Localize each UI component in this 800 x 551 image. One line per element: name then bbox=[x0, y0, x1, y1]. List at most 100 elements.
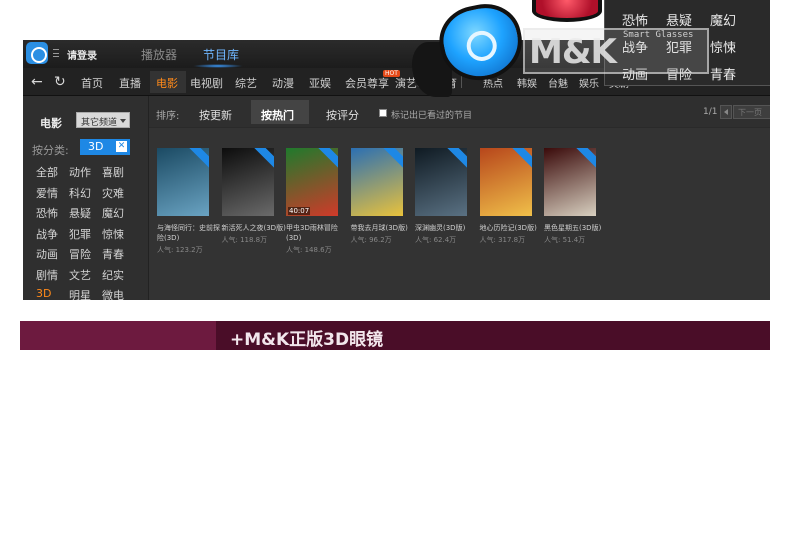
genre-item[interactable]: 纪实 bbox=[102, 267, 124, 283]
tab-library[interactable]: 节目库 bbox=[203, 46, 239, 63]
poster-list: 与海怪同行：史前探险(3D) 人气: 123.2万 新活死人之夜(3D版) 人气: 1… bbox=[149, 128, 770, 300]
category-label: 按分类: bbox=[32, 144, 69, 157]
popup-genre-item[interactable]: 恐怖 bbox=[622, 10, 648, 29]
3d-tag-icon bbox=[509, 148, 532, 172]
genre-item[interactable]: 犯罪 bbox=[69, 226, 91, 242]
app-logo-icon bbox=[26, 42, 48, 64]
movie-title[interactable]: 与海怪同行：史前探险(3D) bbox=[157, 223, 223, 243]
movie-title[interactable]: 新活死人之夜(3D版) bbox=[222, 223, 288, 233]
genre-item[interactable]: 惊悚 bbox=[102, 226, 124, 242]
movie-title[interactable]: 甲虫3D雨林冒险(3D) bbox=[286, 223, 352, 243]
genre-item[interactable]: 动作 bbox=[69, 164, 91, 180]
movie-card[interactable]: 40:07 甲虫3D雨林冒险(3D) 人气: 148.6万 bbox=[286, 148, 338, 255]
genre-item[interactable]: 全部 bbox=[36, 164, 58, 180]
prev-page-button[interactable] bbox=[720, 105, 732, 119]
movie-card[interactable]: 深渊幽灵(3D版) 人气: 62.4万 bbox=[415, 148, 467, 245]
genre-item[interactable]: 动画 bbox=[36, 246, 58, 262]
menu-icon[interactable] bbox=[53, 49, 59, 57]
login-link[interactable]: 请登录 bbox=[67, 47, 97, 62]
movie-popularity: 人气: 123.2万 bbox=[157, 246, 203, 254]
3d-tag-icon bbox=[187, 148, 209, 172]
genre-item[interactable]: 微电 bbox=[102, 287, 124, 300]
movie-card[interactable]: 新活死人之夜(3D版) 人气: 118.8万 bbox=[221, 148, 286, 245]
genre-item[interactable]: 恐怖 bbox=[36, 205, 58, 221]
movie-poster[interactable] bbox=[415, 148, 467, 216]
back-arrow-icon[interactable]: ← bbox=[31, 74, 43, 90]
tab-player[interactable]: 播放器 bbox=[141, 46, 177, 63]
chevron-down-icon bbox=[120, 119, 126, 123]
movie-popularity: 人气: 51.4万 bbox=[544, 236, 586, 244]
movie-popularity: 人气: 317.8万 bbox=[479, 236, 526, 244]
genre-item[interactable]: 悬疑 bbox=[69, 205, 91, 221]
red-lens bbox=[532, 0, 602, 22]
movie-title[interactable]: 黑色星期五(3D版) bbox=[544, 223, 610, 233]
sidebar-title: 电影 bbox=[40, 117, 62, 130]
movie-poster[interactable] bbox=[350, 148, 403, 216]
popup-genre-item[interactable]: 青春 bbox=[710, 64, 736, 83]
genre-item[interactable]: 文艺 bbox=[69, 267, 91, 283]
genre-item[interactable]: 冒险 bbox=[69, 246, 91, 262]
movie-title[interactable]: 地心历险记(3D版) bbox=[480, 223, 546, 233]
lens-logo-icon bbox=[463, 28, 500, 64]
3d-tag-icon bbox=[316, 148, 338, 172]
movie-poster[interactable] bbox=[544, 148, 596, 216]
genre-item[interactable]: 青春 bbox=[102, 246, 124, 262]
genre-item[interactable]: 科幻 bbox=[69, 185, 91, 201]
movie-popularity: 人气: 148.6万 bbox=[286, 246, 332, 254]
genre-item[interactable]: 剧情 bbox=[36, 267, 58, 283]
movie-card[interactable]: 黑色星期五(3D版) 人气: 51.4万 bbox=[544, 148, 601, 245]
popup-genre-item[interactable]: 惊悚 bbox=[710, 37, 736, 56]
3d-tag-icon bbox=[574, 148, 596, 172]
category-chip[interactable]: 3D ✕ bbox=[80, 139, 130, 155]
sort-label: 排序: bbox=[156, 111, 180, 122]
genre-item[interactable]: 灾难 bbox=[102, 185, 124, 201]
nav-item-live[interactable]: 直播 bbox=[119, 75, 141, 91]
nav-item-anime[interactable]: 动漫 bbox=[272, 75, 294, 91]
sort-by-rating-button[interactable]: 按评分 bbox=[326, 107, 359, 123]
mark-watched-checkbox[interactable] bbox=[379, 109, 387, 117]
genre-item[interactable]: 战争 bbox=[36, 226, 58, 242]
movie-popularity: 人气: 62.4万 bbox=[415, 236, 457, 244]
movie-poster[interactable] bbox=[479, 148, 532, 216]
3d-tag-icon bbox=[445, 148, 467, 172]
movie-title[interactable]: 带我去月球(3D版) bbox=[351, 223, 417, 233]
genre-item[interactable]: 爱情 bbox=[36, 185, 58, 201]
genre-item[interactable]: 3D bbox=[36, 287, 51, 300]
filter-sidebar: 电影 其它频道 按分类: 3D ✕ 全部 动作 喜剧爱情 科幻 灾难恐怖 悬疑 魔幻战争 犯罪… bbox=[23, 96, 148, 300]
movie-poster[interactable] bbox=[221, 148, 274, 216]
3d-tag-icon bbox=[251, 148, 274, 172]
nav-item-asia[interactable]: 亚娱 bbox=[309, 75, 331, 91]
content-area: 排序: 按更新 按热门 按评分 标记出已看过的节目 1/1 下一页 与海怪同行：… bbox=[148, 96, 770, 300]
nav-item-tv[interactable]: 电视剧 bbox=[190, 75, 223, 91]
movie-card[interactable]: 带我去月球(3D版) 人气: 96.2万 bbox=[350, 148, 408, 245]
movie-card[interactable]: 与海怪同行：史前探险(3D) 人气: 123.2万 bbox=[157, 148, 220, 255]
category-chip-label: 3D bbox=[88, 140, 104, 153]
movie-title[interactable]: 深渊幽灵(3D版) bbox=[415, 223, 481, 233]
movie-popularity: 人气: 96.2万 bbox=[350, 236, 392, 244]
watermark-brand: M&K bbox=[529, 32, 617, 72]
nav-item-variety[interactable]: 综艺 bbox=[235, 75, 257, 91]
movie-poster[interactable] bbox=[157, 148, 209, 216]
channel-dropdown-value: 其它频道 bbox=[81, 118, 118, 128]
genre-item[interactable]: 明星 bbox=[69, 287, 91, 300]
genre-item[interactable]: 魔幻 bbox=[102, 205, 124, 221]
movie-popularity: 人气: 118.8万 bbox=[221, 236, 268, 244]
nav-item-movie[interactable]: 电影 bbox=[156, 75, 178, 91]
next-page-button[interactable]: 下一页 bbox=[733, 105, 770, 119]
watermark-sub: Smart Glasses bbox=[623, 30, 694, 40]
page: 请登录 播放器 节目库 ← ↻ 首页 直播 电影 电视剧 综艺 动漫 亚娱 会员… bbox=[0, 0, 800, 551]
movie-card[interactable]: 地心历险记(3D版) 人气: 317.8万 bbox=[479, 148, 537, 245]
sort-by-update-button[interactable]: 按更新 bbox=[199, 107, 232, 123]
popup-genre-item[interactable]: 悬疑 bbox=[666, 10, 692, 29]
close-icon[interactable]: ✕ bbox=[116, 141, 127, 152]
genre-item[interactable]: 喜剧 bbox=[102, 164, 124, 180]
sort-by-hot-button[interactable]: 按热门 bbox=[261, 107, 294, 123]
promo-banner: +M&K正版3D眼镜 bbox=[20, 321, 770, 350]
poster-duration: 40:07 bbox=[288, 207, 311, 215]
nav-item-home[interactable]: 首页 bbox=[81, 75, 103, 91]
nav-item-vip[interactable]: 会员尊享 bbox=[345, 75, 389, 91]
movie-poster[interactable]: 40:07 bbox=[286, 148, 338, 216]
popup-genre-item[interactable]: 魔幻 bbox=[710, 10, 736, 29]
channel-dropdown[interactable]: 其它频道 bbox=[76, 112, 130, 128]
refresh-icon[interactable]: ↻ bbox=[54, 74, 66, 90]
